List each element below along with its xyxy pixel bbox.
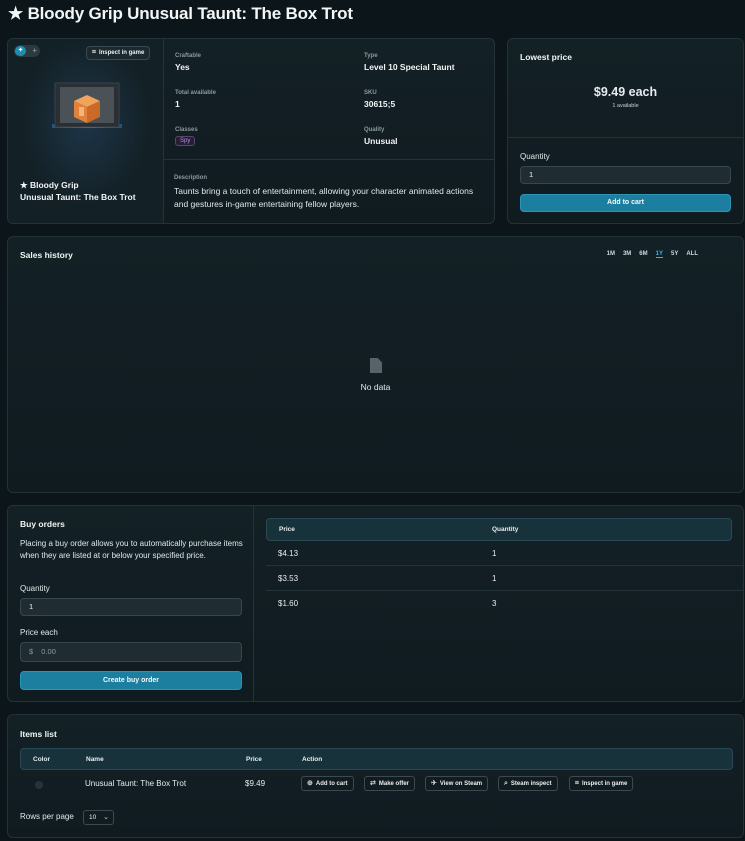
item-details-panel: ✦ + ⌗ Inspect in game ★ Bloody Grip Unusu…	[7, 38, 495, 224]
row-add-to-cart-button[interactable]: ⊕ Add to cart	[301, 776, 354, 791]
lowest-price-value: $9.49 each	[593, 85, 658, 99]
swap-icon: ⇄	[370, 780, 376, 787]
plus-icon: +	[32, 46, 37, 55]
dollar-prefix: $	[29, 647, 34, 656]
create-buy-order-button[interactable]: Create buy order	[20, 671, 242, 690]
inspect-icon: ⌗	[575, 780, 579, 787]
view-on-steam-button[interactable]: ✈ View on Steam	[425, 776, 489, 791]
attr-craftable: Craftable Yes	[175, 53, 202, 72]
price-placeholder: 0.00	[41, 647, 56, 656]
buy-orders-description: Placing a buy order allows you to automa…	[20, 539, 243, 560]
lowest-price-panel: Lowest price $9.49 each 1 available Quan…	[507, 38, 744, 224]
attr-classes: Classes Spy	[175, 127, 198, 146]
range-tab-3m[interactable]: 3M	[623, 251, 631, 258]
buy-quantity-input[interactable]: 1	[20, 598, 242, 616]
lowest-price-heading: Lowest price	[520, 52, 572, 62]
items-table-header: Color Name Price Action	[20, 748, 733, 770]
chevron-down-icon: ⌄	[103, 814, 109, 821]
rows-per-page-select[interactable]: 10 ⌄	[83, 810, 114, 825]
buy-orders-heading: Buy orders	[20, 519, 65, 529]
items-list-panel: Items list Color Name Price Action Unusu…	[7, 714, 744, 838]
item-image	[52, 82, 122, 128]
cart-icon: ⊕	[307, 780, 313, 787]
item-description: Taunts bring a touch of entertainment, a…	[174, 186, 474, 209]
attr-type: Type Level 10 Special Taunt	[364, 53, 455, 72]
table-row: $4.13 1	[266, 541, 744, 566]
search-icon: ⌕	[504, 780, 508, 787]
file-icon	[370, 358, 382, 373]
rows-per-page-label: Rows per page	[20, 812, 74, 821]
item-row-price: $9.49	[245, 779, 266, 788]
no-data-text: No data	[360, 382, 391, 392]
items-list-heading: Items list	[20, 729, 57, 739]
range-tab-6m[interactable]: 6M	[639, 251, 647, 258]
sales-history-heading: Sales history	[20, 250, 73, 260]
price-each-input[interactable]: $ 0.00	[20, 642, 242, 662]
attr-total-available: Total available 1	[175, 90, 216, 109]
table-row: $3.53 1	[266, 566, 744, 591]
inspect-icon: ⌗	[92, 49, 96, 56]
sparkle-icon: ✦	[15, 46, 26, 56]
attr-sku: SKU 30615;5	[364, 90, 396, 109]
orders-table-header: Price Quantity	[266, 518, 732, 541]
make-offer-button[interactable]: ⇄ Make offer	[364, 776, 415, 791]
divider	[508, 137, 743, 138]
color-dot	[35, 781, 43, 789]
range-tabs: 1M 3M 6M 1Y 5Y ALL	[607, 251, 698, 258]
inspect-in-game-button[interactable]: ⌗ Inspect in game	[86, 46, 151, 60]
item-name: ★ Bloody Grip Unusual Taunt: The Box Tro…	[20, 180, 136, 202]
page-title: ★ Bloody Grip Unusual Taunt: The Box Tro…	[8, 4, 353, 23]
steam-inspect-button[interactable]: ⌕ Steam inspect	[498, 776, 558, 791]
quantity-label: Quantity	[520, 152, 550, 161]
range-tab-1m[interactable]: 1M	[607, 251, 615, 258]
buy-orders-panel: Buy orders Placing a buy order allows yo…	[7, 505, 744, 702]
add-to-cart-button[interactable]: Add to cart	[520, 194, 731, 212]
sales-history-panel: Sales history 1M 3M 6M 1Y 5Y ALL No data	[7, 236, 744, 493]
row-inspect-in-game-button[interactable]: ⌗ Inspect in game	[569, 776, 634, 791]
item-image-area: ✦ + ⌗ Inspect in game ★ Bloody Grip Unusu…	[8, 39, 164, 223]
price-each-label: Price each	[20, 628, 58, 637]
range-tab-5y[interactable]: 5Y	[671, 251, 678, 258]
table-row: $1.60 3	[278, 599, 497, 608]
buy-order-form: Buy orders Placing a buy order allows yo…	[8, 506, 254, 701]
buy-quantity-label: Quantity	[20, 584, 50, 593]
view-toggle[interactable]: ✦ +	[14, 45, 40, 57]
steam-icon: ✈	[431, 780, 437, 787]
available-count: 1 available	[612, 103, 639, 109]
quantity-input[interactable]: 1	[520, 166, 731, 184]
class-badge: Spy	[175, 136, 196, 146]
attr-quality: Quality Unusual	[364, 127, 398, 146]
range-tab-all[interactable]: ALL	[686, 251, 698, 258]
description-area: Description Taunts bring a touch of ente…	[164, 159, 494, 223]
range-tab-1y[interactable]: 1Y	[655, 251, 663, 258]
item-row-name[interactable]: Unusual Taunt: The Box Trot	[85, 779, 186, 788]
